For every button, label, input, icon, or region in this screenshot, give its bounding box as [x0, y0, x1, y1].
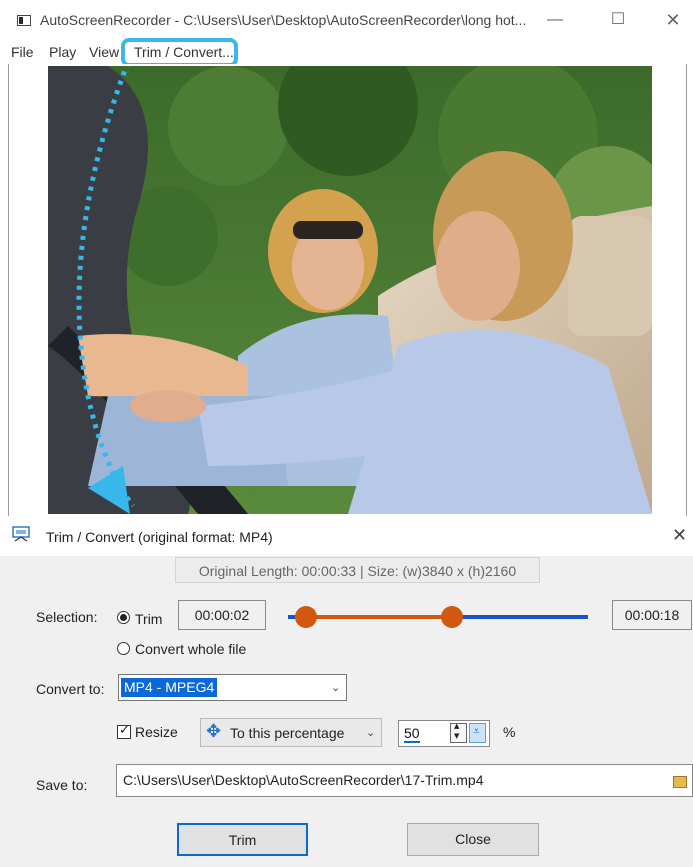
- resize-label[interactable]: Resize: [135, 724, 178, 740]
- resize-percentage-value: 50: [404, 725, 420, 743]
- title-bar: AutoScreenRecorder - C:\Users\User\Deskt…: [0, 0, 693, 36]
- maximize-button[interactable]: ☐: [603, 9, 633, 31]
- dialog-close-icon[interactable]: ✕: [672, 525, 687, 546]
- menu-play[interactable]: Play: [49, 44, 76, 60]
- minimize-button[interactable]: —: [540, 9, 570, 31]
- save-to-label: Save to:: [36, 777, 88, 793]
- slider-end-handle[interactable]: [441, 606, 463, 628]
- selection-label: Selection:: [36, 609, 98, 625]
- spin-preset-icon[interactable]: [469, 723, 486, 743]
- resize-mode-select[interactable]: ✥ To this percentage ⌄: [200, 718, 382, 747]
- convert-whole-radio[interactable]: [117, 642, 130, 655]
- format-select-value: MP4 - MPEG4: [121, 678, 218, 697]
- original-info: Original Length: 00:00:33 | Size: (w)384…: [175, 557, 540, 583]
- resize-mode-value: To this percentage: [230, 725, 345, 741]
- convert-whole-label[interactable]: Convert whole file: [135, 641, 246, 657]
- trim-convert-dialog: Trim / Convert (original format: MP4) ✕ …: [0, 516, 693, 867]
- close-button[interactable]: ✕: [658, 9, 688, 31]
- menu-bar: File Play View Trim / Convert...: [0, 40, 693, 64]
- move-arrows-icon: ✥: [206, 721, 222, 742]
- slider-selected-range: [305, 615, 452, 619]
- trim-button[interactable]: Trim: [177, 823, 308, 856]
- start-time-field[interactable]: 00:00:02: [178, 600, 266, 630]
- trim-convert-dialog-icon: [12, 526, 30, 542]
- format-select[interactable]: MP4 - MPEG4 ⌄: [118, 674, 347, 701]
- resize-checkbox[interactable]: [117, 723, 131, 739]
- folder-icon[interactable]: [673, 776, 687, 788]
- save-path-input[interactable]: C:\Users\User\Desktop\AutoScreenRecorder…: [116, 764, 693, 797]
- main-window: AutoScreenRecorder - C:\Users\User\Deskt…: [0, 0, 693, 516]
- chevron-down-icon: ⌄: [331, 681, 341, 694]
- window-title: AutoScreenRecorder - C:\Users\User\Deskt…: [40, 12, 527, 28]
- dialog-title-bar: Trim / Convert (original format: MP4) ✕: [0, 516, 693, 556]
- dialog-title: Trim / Convert (original format: MP4): [46, 529, 273, 545]
- save-path-value: C:\Users\User\Desktop\AutoScreenRecorder…: [123, 772, 484, 788]
- trim-radio-label[interactable]: Trim: [135, 611, 162, 627]
- video-preview[interactable]: [48, 66, 652, 514]
- slider-start-handle[interactable]: [295, 606, 317, 628]
- app-icon: [17, 15, 31, 26]
- menu-file[interactable]: File: [11, 44, 34, 60]
- trim-radio[interactable]: [117, 611, 130, 624]
- menu-highlight-annotation: [121, 38, 238, 67]
- close-dialog-button[interactable]: Close: [407, 823, 539, 856]
- end-time-field[interactable]: 00:00:18: [612, 600, 692, 630]
- resize-percentage-input[interactable]: 50: [398, 720, 490, 747]
- chevron-down-icon: ⌄: [366, 726, 376, 739]
- convert-to-label: Convert to:: [36, 681, 105, 697]
- percent-sign: %: [503, 724, 516, 740]
- spin-buttons[interactable]: [450, 722, 467, 743]
- menu-view[interactable]: View: [89, 44, 119, 60]
